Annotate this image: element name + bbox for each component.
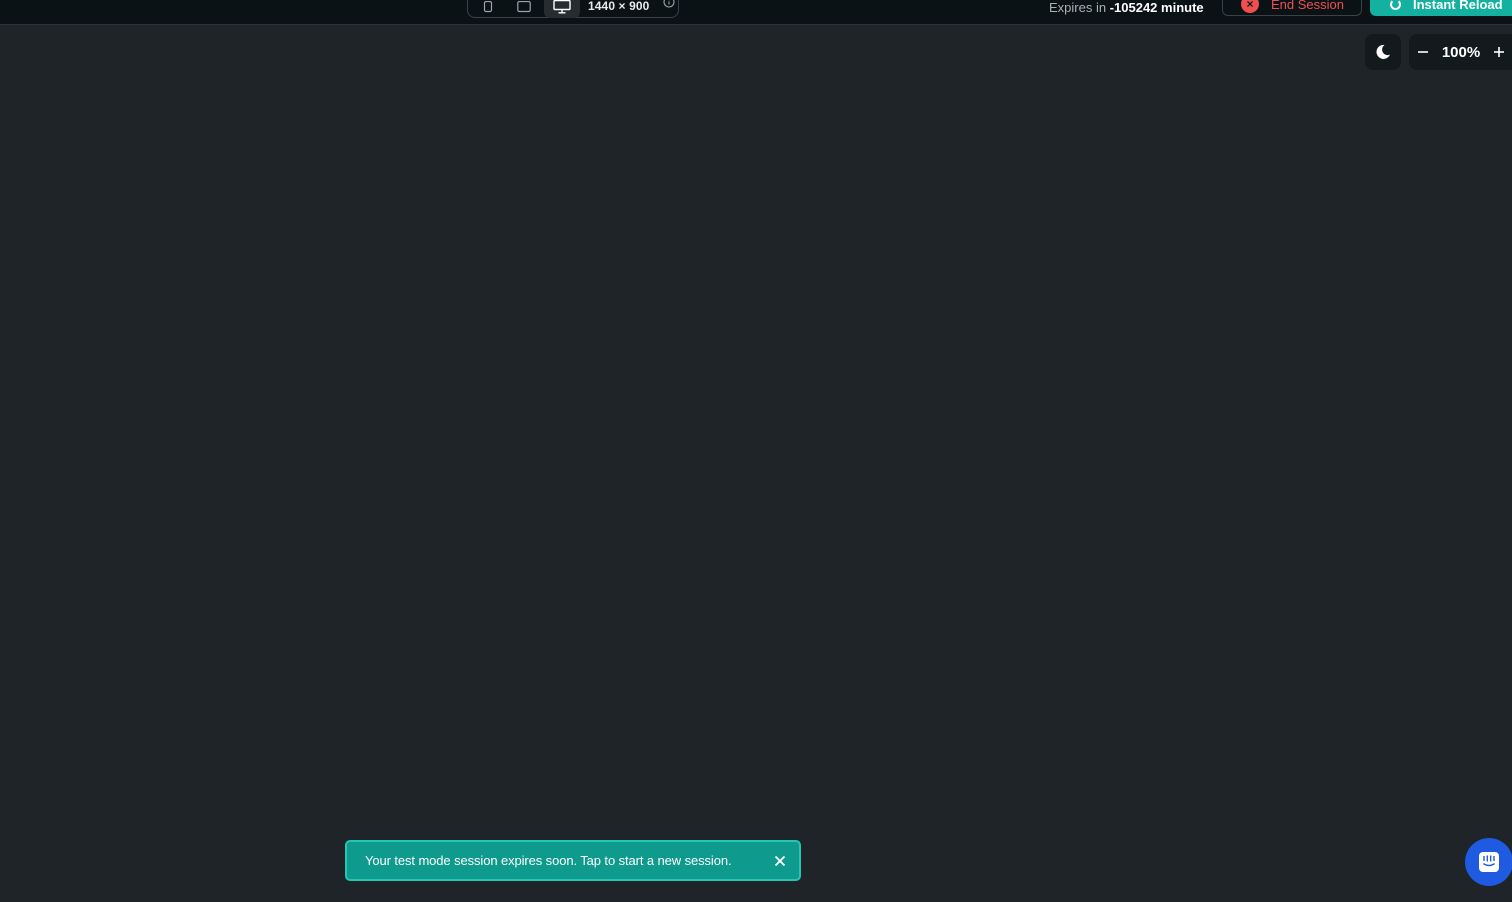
tablet-device-button[interactable] bbox=[508, 0, 540, 18]
viewport-dimensions: 1440 × 900 bbox=[588, 0, 650, 13]
moon-icon bbox=[1376, 44, 1390, 59]
expires-prefix: Expires in bbox=[1049, 0, 1107, 15]
close-circle-icon: × bbox=[1241, 0, 1259, 13]
top-toolbar: 1440 × 900 Expires in -105242 minute × E… bbox=[0, 0, 1512, 25]
theme-toggle-button[interactable] bbox=[1365, 34, 1401, 70]
instant-reload-button[interactable]: Instant Reload bbox=[1370, 0, 1512, 16]
close-icon bbox=[774, 855, 786, 867]
chat-icon bbox=[1479, 852, 1499, 872]
mobile-device-button[interactable] bbox=[472, 0, 504, 18]
instant-reload-label: Instant Reload bbox=[1413, 0, 1503, 12]
zoom-out-button[interactable] bbox=[1411, 34, 1435, 70]
minus-icon bbox=[1418, 51, 1428, 53]
plus-icon bbox=[1494, 47, 1504, 57]
tablet-icon bbox=[517, 1, 531, 13]
session-expiry: Expires in -105242 minute bbox=[1049, 0, 1204, 16]
chat-launcher-button[interactable] bbox=[1465, 838, 1512, 886]
desktop-icon bbox=[553, 0, 571, 14]
zoom-level: 100% bbox=[1441, 43, 1481, 61]
info-icon[interactable] bbox=[663, 0, 675, 8]
desktop-device-button[interactable] bbox=[544, 0, 580, 18]
end-session-label: End Session bbox=[1271, 0, 1344, 12]
toast-message: Your test mode session expires soon. Tap… bbox=[365, 853, 732, 868]
reload-icon bbox=[1390, 0, 1401, 10]
zoom-control: 100% bbox=[1409, 34, 1512, 70]
zoom-in-button[interactable] bbox=[1487, 34, 1511, 70]
end-session-button[interactable]: × End Session bbox=[1222, 0, 1362, 16]
toast-close-button[interactable] bbox=[771, 852, 789, 870]
expires-value: -105242 minute bbox=[1109, 0, 1204, 15]
device-switcher: 1440 × 900 bbox=[467, 0, 679, 18]
session-expiry-toast[interactable]: Your test mode session expires soon. Tap… bbox=[345, 840, 801, 881]
mobile-icon bbox=[483, 1, 493, 13]
